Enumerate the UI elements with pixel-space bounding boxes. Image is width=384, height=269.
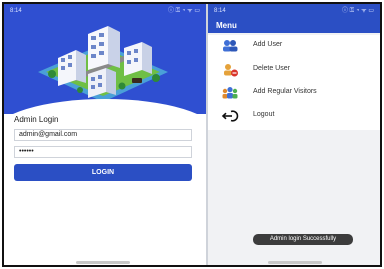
menu-screen: 8:14 ⓘ ⚿ ◔ ᯤ ▭ Menu Add User Delete User <box>208 4 380 265</box>
menu-item-logout[interactable]: Logout <box>208 105 380 127</box>
status-icons: ⓘ ⚿ ◔ ᯤ ▭ <box>341 8 374 14</box>
menu-item-delete-user[interactable]: Delete User <box>208 59 380 81</box>
login-button[interactable]: LOGIN <box>14 164 192 181</box>
hero-banner: 8:14 ⓘ ⚿ ◔ ᯤ ▭ <box>4 4 206 114</box>
menu-list: Add User Delete User Add Regular Visitor… <box>208 35 380 130</box>
menu-item-label: Logout <box>253 111 275 118</box>
status-time: 8:14 <box>214 8 226 14</box>
menu-item-add-regular-visitors[interactable]: Add Regular Visitors <box>208 82 380 104</box>
home-indicator[interactable] <box>76 261 130 264</box>
menu-header: 8:14 ⓘ ⚿ ◔ ᯤ ▭ Menu <box>208 4 380 33</box>
visitors-icon <box>222 87 238 99</box>
menu-item-label: Delete User <box>253 65 290 72</box>
delete-user-icon <box>224 64 238 77</box>
home-indicator[interactable] <box>268 261 322 264</box>
city-illustration <box>38 26 168 102</box>
admin-login-screen: 8:14 ⓘ ⚿ ◔ ᯤ ▭ Admin Login admin@gmail.c… <box>4 4 206 265</box>
menu-item-add-user[interactable]: Add User <box>208 35 380 57</box>
menu-item-label: Add User <box>253 41 283 48</box>
status-bar: 8:14 ⓘ ⚿ ◔ ᯤ ▭ <box>10 6 200 16</box>
status-time: 8:14 <box>10 8 22 14</box>
menu-item-label: Add Regular Visitors <box>253 88 317 95</box>
menu-title: Menu <box>216 21 237 30</box>
password-field[interactable]: •••••• <box>14 146 192 158</box>
email-field[interactable]: admin@gmail.com <box>14 129 192 141</box>
login-title: Admin Login <box>14 115 59 124</box>
status-icons: ⓘ ⚿ ◔ ᯤ ▭ <box>167 8 200 14</box>
toast-message: Admin login Successfully <box>253 234 353 245</box>
add-user-icon <box>223 40 238 52</box>
status-bar: 8:14 ⓘ ⚿ ◔ ᯤ ▭ <box>214 6 374 16</box>
logout-icon <box>221 110 239 122</box>
screenshot-frame: 8:14 ⓘ ⚿ ◔ ᯤ ▭ Admin Login admin@gmail.c… <box>2 2 382 267</box>
